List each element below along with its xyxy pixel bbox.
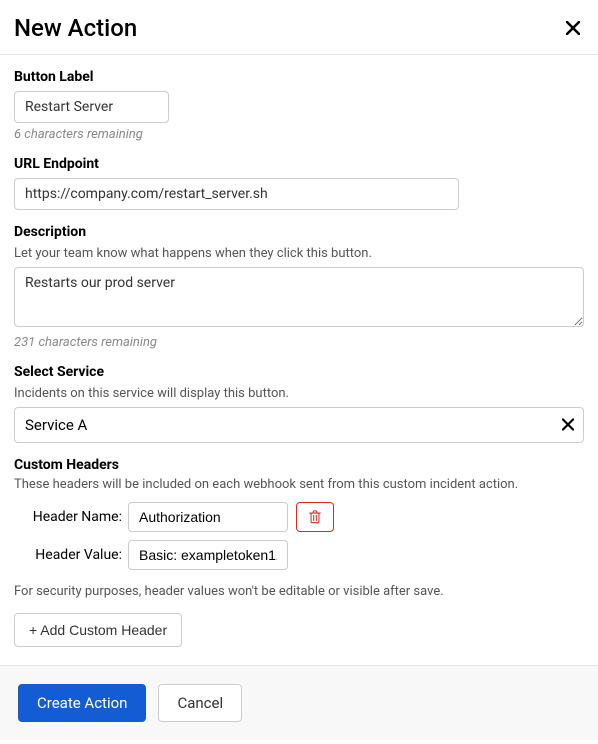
service-clear-button[interactable] bbox=[562, 416, 574, 435]
select-service-field: Select Service Incidents on this service… bbox=[14, 364, 584, 443]
custom-headers-label: Custom Headers bbox=[14, 457, 584, 473]
button-label-field: Button Label 6 characters remaining bbox=[14, 69, 584, 142]
url-endpoint-field: URL Endpoint bbox=[14, 156, 584, 210]
close-button[interactable] bbox=[562, 21, 584, 35]
headers-body: Header Name: Header Value: bbox=[14, 502, 584, 570]
dialog-header: New Action bbox=[0, 0, 598, 55]
add-custom-header-button[interactable]: + Add Custom Header bbox=[14, 613, 182, 647]
description-help: Let your team know what happens when the… bbox=[14, 246, 584, 261]
header-name-row: Header Name: bbox=[14, 502, 584, 532]
new-action-dialog: New Action Button Label 6 characters rem… bbox=[0, 0, 598, 740]
button-label-label: Button Label bbox=[14, 69, 584, 85]
create-action-button[interactable]: Create Action bbox=[18, 684, 146, 722]
header-value-input[interactable] bbox=[128, 540, 288, 570]
description-char-count: 231 characters remaining bbox=[14, 335, 584, 350]
close-icon bbox=[562, 419, 574, 431]
url-endpoint-label: URL Endpoint bbox=[14, 156, 584, 172]
url-endpoint-input[interactable] bbox=[14, 178, 459, 210]
header-value-label: Header Value: bbox=[28, 547, 122, 563]
service-select[interactable]: Service A bbox=[14, 407, 584, 443]
button-label-char-count: 6 characters remaining bbox=[14, 127, 584, 142]
select-service-help: Incidents on this service will display t… bbox=[14, 386, 584, 401]
description-input[interactable] bbox=[14, 267, 584, 327]
dialog-title: New Action bbox=[14, 14, 137, 42]
delete-header-button[interactable] bbox=[296, 502, 334, 532]
header-name-label: Header Name: bbox=[28, 509, 122, 525]
custom-headers-field: Custom Headers These headers will be inc… bbox=[14, 457, 584, 647]
security-note: For security purposes, header values won… bbox=[14, 584, 584, 599]
service-select-wrapper: Service A bbox=[14, 407, 584, 443]
select-service-label: Select Service bbox=[14, 364, 584, 380]
cancel-button[interactable]: Cancel bbox=[158, 684, 242, 722]
header-name-input[interactable] bbox=[128, 502, 288, 532]
close-icon bbox=[566, 21, 580, 35]
header-value-row: Header Value: bbox=[14, 540, 584, 570]
custom-headers-help: These headers will be included on each w… bbox=[14, 477, 584, 492]
button-label-input[interactable] bbox=[14, 91, 169, 123]
description-field: Description Let your team know what happ… bbox=[14, 224, 584, 350]
trash-icon bbox=[308, 510, 322, 524]
description-label: Description bbox=[14, 224, 584, 240]
dialog-body: Button Label 6 characters remaining URL … bbox=[0, 55, 598, 665]
dialog-footer: Create Action Cancel bbox=[0, 665, 598, 740]
